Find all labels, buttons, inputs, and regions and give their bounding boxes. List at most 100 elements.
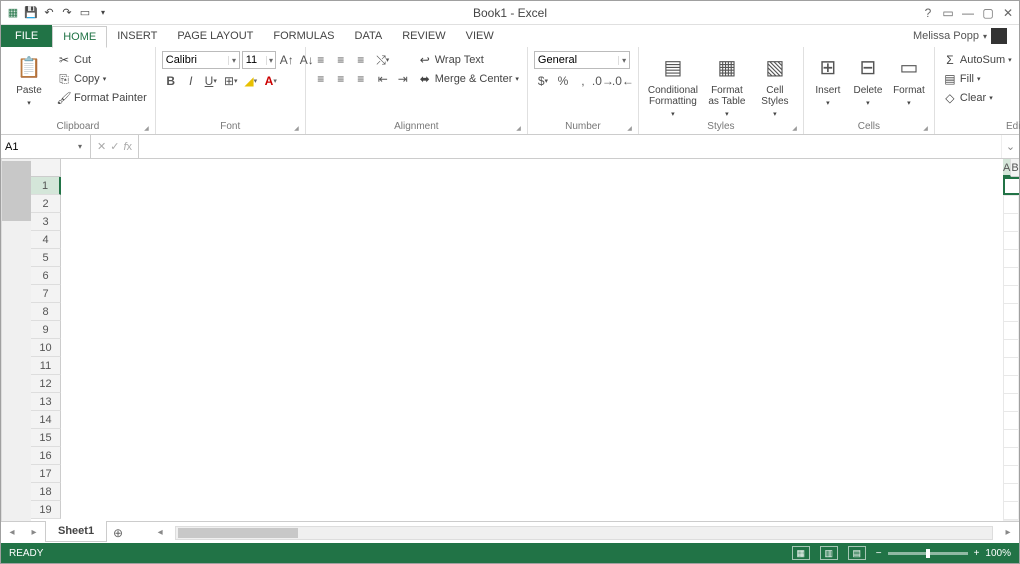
column-header[interactable]: A	[1003, 159, 1011, 177]
restore-icon[interactable]: ▢	[981, 6, 995, 20]
cells-area[interactable]	[1003, 177, 1019, 521]
italic-button[interactable]: I	[182, 72, 200, 90]
autosum-button[interactable]: ΣAutoSum ▾	[941, 51, 1014, 69]
conditional-formatting-button[interactable]: ▤Conditional Formatting▾	[645, 51, 701, 120]
row-header[interactable]: 12	[31, 375, 61, 393]
active-cell[interactable]	[1003, 177, 1019, 195]
zoom-slider[interactable]	[888, 552, 968, 555]
save-icon[interactable]: 💾	[23, 5, 39, 21]
zoom-out-icon[interactable]: −	[876, 548, 882, 559]
page-break-view-icon[interactable]: ▤	[848, 546, 866, 560]
decrease-decimal-icon[interactable]: .0←	[614, 72, 632, 90]
minimize-icon[interactable]: —	[961, 6, 975, 20]
chevron-down-icon[interactable]: ▾	[618, 56, 629, 65]
increase-decimal-icon[interactable]: .0→	[594, 72, 612, 90]
qat-dropdown-icon[interactable]: ▾	[95, 5, 111, 21]
chevron-down-icon[interactable]: ▾	[73, 142, 87, 151]
hscroll-right[interactable]: ▸	[997, 522, 1019, 543]
bold-button[interactable]: B	[162, 72, 180, 90]
row-header[interactable]: 18	[31, 483, 61, 501]
page-layout-view-icon[interactable]: ▥	[820, 546, 838, 560]
font-name-combo[interactable]: ▾	[162, 51, 240, 69]
vertical-scrollbar[interactable]	[1, 159, 31, 521]
zoom-in-icon[interactable]: +	[974, 548, 980, 559]
row-header[interactable]: 7	[31, 285, 61, 303]
row-header[interactable]: 5	[31, 249, 61, 267]
name-box-input[interactable]	[1, 141, 73, 153]
row-header[interactable]: 10	[31, 339, 61, 357]
insert-cells-button[interactable]: ⊞Insert▾	[810, 51, 846, 109]
row-header[interactable]: 13	[31, 393, 61, 411]
row-header[interactable]: 6	[31, 267, 61, 285]
ribbon-options-icon[interactable]: ▭	[941, 6, 955, 20]
font-color-button[interactable]: A▾	[262, 72, 280, 90]
new-icon[interactable]: ▭	[77, 5, 93, 21]
enter-formula-icon[interactable]: ✓	[110, 140, 119, 153]
chevron-down-icon[interactable]: ▾	[228, 56, 238, 65]
row-header[interactable]: 4	[31, 231, 61, 249]
cancel-formula-icon[interactable]: ✕	[97, 140, 106, 153]
merge-center-button[interactable]: ⬌Merge & Center ▾	[416, 70, 521, 88]
accounting-format-icon[interactable]: $▾	[534, 72, 552, 90]
copy-button[interactable]: ⎘Copy ▾	[55, 70, 149, 88]
number-format-input[interactable]	[535, 52, 618, 68]
underline-button[interactable]: U▾	[202, 72, 220, 90]
row-header[interactable]: 16	[31, 447, 61, 465]
decrease-indent-icon[interactable]: ⇤	[374, 70, 392, 88]
name-box[interactable]: ▾	[1, 135, 91, 158]
fx-icon[interactable]: fx	[123, 141, 132, 153]
file-tab[interactable]: FILE	[1, 25, 52, 47]
tab-formulas[interactable]: FORMULAS	[263, 25, 344, 47]
formula-input[interactable]	[139, 141, 1001, 153]
align-middle-icon[interactable]: ≡	[332, 51, 350, 69]
horizontal-scrollbar[interactable]	[171, 522, 997, 543]
cut-button[interactable]: ✂Cut	[55, 51, 149, 69]
increase-indent-icon[interactable]: ⇥	[394, 70, 412, 88]
chevron-down-icon[interactable]: ▾	[266, 56, 274, 65]
orientation-icon[interactable]: ⤭▾	[374, 51, 392, 69]
expand-formula-bar-icon[interactable]: ⌄	[1001, 135, 1019, 158]
tab-view[interactable]: VIEW	[456, 25, 504, 47]
tab-page-layout[interactable]: PAGE LAYOUT	[167, 25, 263, 47]
cell-styles-button[interactable]: ▧Cell Styles▾	[753, 51, 797, 120]
font-size-input[interactable]	[243, 52, 267, 68]
tab-home[interactable]: HOME	[52, 26, 107, 48]
align-right-icon[interactable]: ≡	[352, 70, 370, 88]
font-name-input[interactable]	[163, 52, 229, 68]
tab-data[interactable]: DATA	[345, 25, 393, 47]
wrap-text-button[interactable]: ↩Wrap Text	[416, 51, 521, 69]
fill-color-button[interactable]: ◢▾	[242, 72, 260, 90]
number-format-combo[interactable]: ▾	[534, 51, 630, 69]
align-bottom-icon[interactable]: ≡	[352, 51, 370, 69]
border-button[interactable]: ⊞▾	[222, 72, 240, 90]
normal-view-icon[interactable]: ▦	[792, 546, 810, 560]
align-top-icon[interactable]: ≡	[312, 51, 330, 69]
row-header[interactable]: 15	[31, 429, 61, 447]
delete-cells-button[interactable]: ⊟Delete▾	[850, 51, 886, 109]
clear-button[interactable]: ◇Clear ▾	[941, 89, 1014, 107]
fill-button[interactable]: ▤Fill ▾	[941, 70, 1014, 88]
increase-font-icon[interactable]: A↑	[278, 51, 296, 69]
column-header[interactable]: B	[1011, 159, 1019, 177]
hscroll-left[interactable]: ◂	[149, 522, 171, 543]
undo-icon[interactable]: ↶	[41, 5, 57, 21]
row-header[interactable]: 2	[31, 195, 61, 213]
help-icon[interactable]: ?	[921, 6, 935, 20]
tab-review[interactable]: REVIEW	[392, 25, 455, 47]
format-as-table-button[interactable]: ▦Format as Table▾	[705, 51, 749, 120]
percent-format-icon[interactable]: %	[554, 72, 572, 90]
format-painter-button[interactable]: 🖌Format Painter	[55, 89, 149, 107]
align-left-icon[interactable]: ≡	[312, 70, 330, 88]
row-header[interactable]: 9	[31, 321, 61, 339]
select-all-corner[interactable]	[31, 159, 61, 177]
paste-button[interactable]: 📋 Paste ▾	[7, 51, 51, 109]
zoom-level[interactable]: 100%	[985, 548, 1011, 559]
comma-format-icon[interactable]: ,	[574, 72, 592, 90]
redo-icon[interactable]: ↷	[59, 5, 75, 21]
row-header[interactable]: 1	[31, 177, 61, 195]
sheet-nav-next[interactable]: ▸	[23, 522, 45, 543]
tab-insert[interactable]: INSERT	[107, 25, 167, 47]
row-header[interactable]: 14	[31, 411, 61, 429]
align-center-icon[interactable]: ≡	[332, 70, 350, 88]
row-header[interactable]: 19	[31, 501, 61, 519]
